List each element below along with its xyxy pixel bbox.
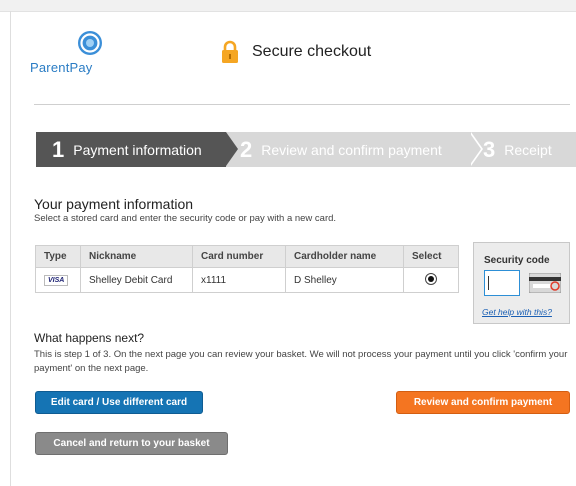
step-review-confirm: 2 Review and confirm payment <box>226 132 471 167</box>
edit-card-button[interactable]: Edit card / Use different card <box>35 391 203 414</box>
review-confirm-button[interactable]: Review and confirm payment <box>396 391 570 414</box>
column-header-select: Select <box>403 245 459 268</box>
security-code-label: Security code <box>484 255 550 266</box>
payment-heading: Your payment information <box>34 196 194 212</box>
checkout-steps: 1 Payment information 2 Review and confi… <box>36 132 576 167</box>
step-label: Payment information <box>73 141 202 158</box>
secure-checkout-label: Secure checkout <box>252 43 372 60</box>
card-number-cell: x1111 <box>192 267 286 293</box>
lock-icon <box>222 40 238 63</box>
step-label: Review and confirm payment <box>261 141 442 158</box>
page-left-border <box>10 11 11 486</box>
card-nickname-cell: Shelley Debit Card <box>80 267 193 293</box>
step-arrow <box>226 132 238 166</box>
step-arrow <box>469 132 481 166</box>
cancel-return-button[interactable]: Cancel and return to your basket <box>35 432 228 455</box>
card-select-radio[interactable] <box>425 272 437 285</box>
next-heading: What happens next? <box>34 331 145 345</box>
step-number: 2 <box>240 136 253 162</box>
card-type-cell: VISA <box>35 267 81 293</box>
column-header-type: Type <box>35 245 81 268</box>
column-header-nickname: Nickname <box>80 245 193 268</box>
brand-name: ParentPay <box>30 60 93 75</box>
top-strip <box>0 0 576 12</box>
payment-subheading: Select a stored card and enter the secur… <box>34 213 337 224</box>
table-row[interactable]: VISA Shelley Debit Card x1111 D Shelley <box>35 267 459 293</box>
security-help-link[interactable]: Get help with this? <box>482 307 552 317</box>
card-cvv-icon <box>529 273 561 293</box>
table-header-row: Type Nickname Card number Cardholder nam… <box>35 245 459 268</box>
security-code-panel: Security code Get help with this? <box>473 242 570 324</box>
select-cell <box>403 267 459 293</box>
step-label: Receipt <box>504 141 552 158</box>
secure-checkout-header: Secure checkout <box>220 40 371 64</box>
header-divider <box>34 104 570 105</box>
parentpay-logo-icon <box>78 31 102 55</box>
cardholder-name-cell: D Shelley <box>285 267 404 293</box>
step-number: 1 <box>52 136 65 162</box>
security-code-input[interactable] <box>484 270 520 296</box>
text-cursor <box>488 276 489 290</box>
step-payment-information: 1 Payment information <box>36 132 226 167</box>
stored-cards-table: Type Nickname Card number Cardholder nam… <box>35 245 459 293</box>
visa-icon: VISA <box>44 275 69 286</box>
next-description: This is step 1 of 3. On the next page yo… <box>34 349 568 374</box>
step-receipt: 3 Receipt <box>471 132 576 167</box>
column-header-card-number: Card number <box>192 245 286 268</box>
parentpay-logo[interactable]: ParentPay <box>30 30 120 85</box>
column-header-cardholder-name: Cardholder name <box>285 245 404 268</box>
step-number: 3 <box>483 136 496 162</box>
